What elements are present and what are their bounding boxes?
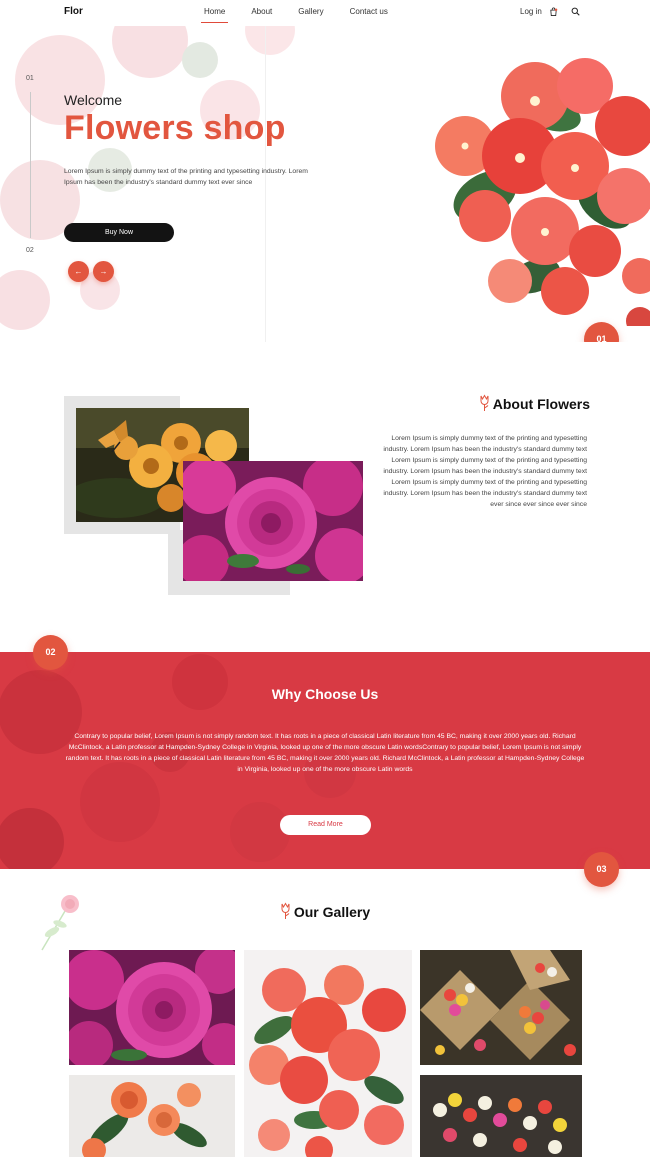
about-description: Lorem Ipsum is simply dummy text of the … bbox=[383, 435, 587, 508]
nav-link-home[interactable]: Home bbox=[200, 7, 229, 23]
nav-link-contact[interactable]: Contact us bbox=[350, 7, 388, 20]
slide-number-01[interactable]: 01 bbox=[26, 75, 34, 82]
nav-link-gallery[interactable]: Gallery bbox=[298, 7, 323, 20]
gallery-image-tulip-bouquets[interactable] bbox=[420, 950, 582, 1065]
gallery-image-bougainvillea[interactable] bbox=[244, 950, 412, 1157]
prev-slide-button[interactable]: ← bbox=[68, 261, 89, 282]
section-badge-03: 03 bbox=[584, 852, 619, 887]
gallery-image-orange-roses[interactable] bbox=[69, 1075, 235, 1157]
arrow-left-icon: ← bbox=[74, 267, 83, 276]
nav-links: Home About Gallery Contact us bbox=[200, 7, 414, 23]
hero-bougainvillea-image bbox=[435, 58, 650, 326]
hero-title: Flowers shop bbox=[64, 109, 286, 147]
gallery-image-tulip-bunch[interactable] bbox=[420, 1075, 582, 1157]
gallery-title-text: Our Gallery bbox=[293, 904, 371, 920]
shopping-bag-icon[interactable] bbox=[549, 7, 558, 16]
section-badge-02: 02 bbox=[33, 635, 68, 670]
hero-section: 01 02 Welcome Flowers shop Lorem Ipsum i… bbox=[0, 26, 650, 342]
about-title-text: About Flowers bbox=[492, 396, 590, 412]
tulip-icon bbox=[480, 394, 489, 411]
why-choose-us-section: Why Choose Us Contrary to popular belief… bbox=[0, 652, 650, 869]
hero-description: Lorem Ipsum is simply dummy text of the … bbox=[64, 168, 308, 186]
next-slide-button[interactable]: → bbox=[93, 261, 114, 282]
login-link[interactable]: Log in bbox=[520, 7, 542, 16]
gallery-image-dahlia[interactable] bbox=[69, 950, 235, 1065]
search-icon[interactable] bbox=[571, 7, 580, 16]
buy-now-button[interactable]: Buy Now bbox=[64, 223, 174, 242]
arrow-right-icon: → bbox=[99, 267, 108, 276]
tulip-icon bbox=[281, 902, 290, 919]
read-more-button[interactable]: Read More bbox=[280, 815, 371, 835]
gallery-title: Our Gallery bbox=[0, 902, 650, 920]
slide-number-02[interactable]: 02 bbox=[26, 247, 34, 254]
nav-link-about[interactable]: About bbox=[251, 7, 272, 20]
hero-welcome: Welcome bbox=[64, 92, 123, 108]
top-navigation: Flor Home About Gallery Contact us Log i… bbox=[0, 0, 650, 26]
why-title: Why Choose Us bbox=[271, 686, 379, 702]
about-title: About Flowers bbox=[460, 394, 590, 412]
site-logo[interactable]: Flor bbox=[64, 6, 83, 17]
about-dahlia-image bbox=[183, 461, 363, 581]
why-description: Contrary to popular belief, Lorem Ipsum … bbox=[65, 733, 585, 773]
rose-decoration bbox=[41, 895, 79, 951]
slide-indicator-line bbox=[30, 92, 31, 238]
